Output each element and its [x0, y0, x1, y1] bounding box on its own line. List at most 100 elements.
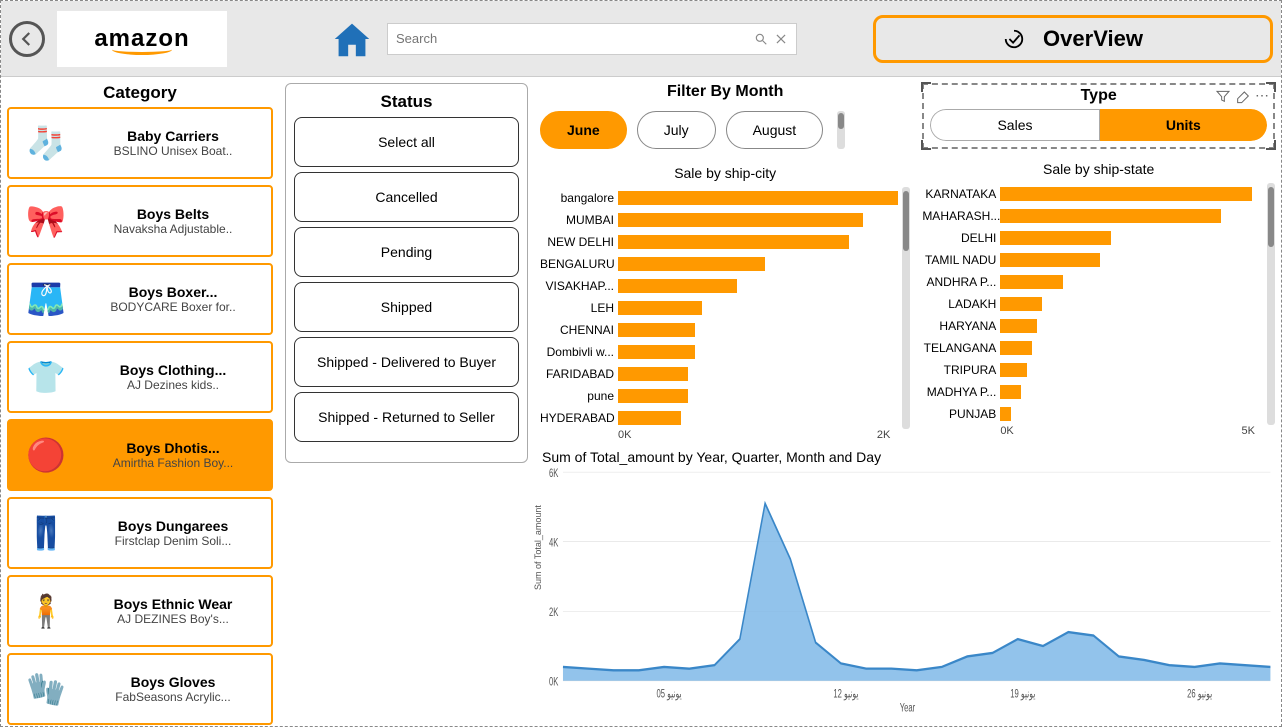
axis-tick: 5K [1242, 425, 1255, 437]
amazon-logo: amazon [57, 11, 227, 67]
eraser-icon[interactable] [1235, 88, 1251, 104]
svg-text:2K: 2K [549, 606, 559, 619]
home-icon[interactable] [329, 16, 375, 62]
bar-row: DELHI [922, 227, 1263, 249]
city-chart-title: Sale by ship-city [540, 165, 910, 181]
city-chart: Sale by ship-city bangaloreMUMBAINEW DEL… [540, 165, 910, 441]
category-thumb: 👖 [9, 499, 83, 567]
bar-row: HARYANA [922, 315, 1263, 337]
month-filter-title: Filter By Month [540, 83, 910, 101]
category-item[interactable]: 🩳 Boys Boxer...BODYCARE Boxer for.. [7, 263, 273, 335]
state-chart-scrollbar[interactable] [1267, 183, 1275, 425]
type-toggle: Sales Units [930, 109, 1267, 141]
category-thumb: 🔴 [9, 421, 83, 489]
status-option[interactable]: Shipped [294, 282, 519, 332]
bar-row: MAHARASH... [922, 205, 1263, 227]
state-chart-title: Sale by ship-state [922, 161, 1275, 177]
bar-row: CHENNAI [540, 319, 898, 341]
search-box [387, 23, 797, 55]
search-icon[interactable] [754, 32, 768, 46]
bar-row: bangalore [540, 187, 898, 209]
bar-row: TELANGANA [922, 337, 1263, 359]
overview-label: OverView [1043, 26, 1143, 52]
category-text: Boys Clothing...AJ Dezines kids.. [83, 362, 271, 392]
category-text: Baby CarriersBSLINO Unisex Boat.. [83, 128, 271, 158]
category-text: Boys Boxer...BODYCARE Boxer for.. [83, 284, 271, 314]
svg-text:6K: 6K [549, 467, 559, 480]
svg-text:4K: 4K [549, 537, 559, 550]
bar-row: NEW DELHI [540, 231, 898, 253]
svg-text:26 يونيو: 26 يونيو [1187, 688, 1212, 701]
status-title: Status [294, 92, 519, 112]
category-item[interactable]: 🎀 Boys BeltsNavaksha Adjustable.. [7, 185, 273, 257]
svg-text:19 يونيو: 19 يونيو [1010, 688, 1035, 701]
status-panel: Status Select allCancelledPendingShipped… [285, 83, 528, 463]
bar-row: LEH [540, 297, 898, 319]
bar-row: PUNJAB [922, 403, 1263, 425]
right-area: Filter By Month June July August Sale by s… [534, 77, 1281, 726]
status-column: Status Select allCancelledPendingShipped… [279, 77, 534, 726]
area-chart: Sum of Total_amount by Year, Quarter, Mo… [540, 449, 1275, 720]
header: amazon OverView [1, 1, 1281, 77]
axis-tick: 2K [877, 429, 890, 441]
bar-row: TRIPURA [922, 359, 1263, 381]
status-option[interactable]: Shipped - Returned to Seller [294, 392, 519, 442]
bar-row: LADAKH [922, 293, 1263, 315]
month-pill[interactable]: July [637, 111, 716, 149]
category-item[interactable]: 👖 Boys DungareesFirstclap Denim Soli... [7, 497, 273, 569]
category-item[interactable]: 🧤 Boys GlovesFabSeasons Acrylic... [7, 653, 273, 725]
status-option[interactable]: Select all [294, 117, 519, 167]
axis-tick: 0K [1000, 425, 1013, 437]
search-input[interactable] [396, 31, 754, 46]
category-thumb: 🧦 [9, 109, 83, 177]
toggle-units[interactable]: Units [1100, 109, 1267, 141]
type-filter-box: Type ⋯ Sales Units [922, 83, 1275, 149]
status-option[interactable]: Cancelled [294, 172, 519, 222]
area-chart-title: Sum of Total_amount by Year, Quarter, Mo… [540, 449, 1275, 465]
month-pill[interactable]: June [540, 111, 627, 149]
filter-icon[interactable] [1215, 88, 1231, 104]
category-title: Category [7, 83, 273, 103]
category-thumb: 🧍 [9, 577, 83, 645]
check-circle-icon [1003, 28, 1025, 50]
category-item[interactable]: 🔴 Boys Dhotis...Amirtha Fashion Boy... [7, 419, 273, 491]
category-item[interactable]: 🧦 Baby CarriersBSLINO Unisex Boat.. [7, 107, 273, 179]
bar-row: Dombivli w... [540, 341, 898, 363]
clear-icon[interactable] [774, 32, 788, 46]
toggle-sales[interactable]: Sales [930, 109, 1099, 141]
bar-row: TAMIL NADU [922, 249, 1263, 271]
status-option[interactable]: Pending [294, 227, 519, 277]
overview-button[interactable]: OverView [873, 15, 1273, 63]
category-text: Boys GlovesFabSeasons Acrylic... [83, 674, 271, 704]
category-item[interactable]: 👕 Boys Clothing...AJ Dezines kids.. [7, 341, 273, 413]
svg-text:05 يونيو: 05 يونيو [657, 688, 682, 701]
bar-row: MADHYA P... [922, 381, 1263, 403]
back-button[interactable] [9, 21, 45, 57]
more-icon[interactable]: ⋯ [1255, 87, 1271, 104]
category-thumb: 🧤 [9, 655, 83, 723]
bar-row: KARNATAKA [922, 183, 1263, 205]
city-chart-scrollbar[interactable] [902, 187, 910, 429]
category-thumb: 👕 [9, 343, 83, 411]
category-thumb: 🎀 [9, 187, 83, 255]
category-text: Boys Dhotis...Amirtha Fashion Boy... [83, 440, 271, 470]
bar-row: VISAKHAP... [540, 275, 898, 297]
category-text: Boys DungareesFirstclap Denim Soli... [83, 518, 271, 548]
category-text: Boys BeltsNavaksha Adjustable.. [83, 206, 271, 236]
arrow-left-icon [18, 30, 36, 48]
status-option[interactable]: Shipped - Delivered to Buyer [294, 337, 519, 387]
bar-row: BENGALURU [540, 253, 898, 275]
axis-tick: 0K [618, 429, 631, 441]
y-axis-label: Sum of Total_amount [533, 505, 543, 590]
month-scrollbar[interactable] [837, 111, 845, 149]
category-item[interactable]: 🧍 Boys Ethnic WearAJ DEZINES Boy's... [7, 575, 273, 647]
bar-row: pune [540, 385, 898, 407]
month-pill[interactable]: August [726, 111, 824, 149]
main: Category 🧦 Baby CarriersBSLINO Unisex Bo… [1, 77, 1281, 726]
svg-text:12 يونيو: 12 يونيو [833, 688, 858, 701]
category-panel: Category 🧦 Baby CarriersBSLINO Unisex Bo… [1, 77, 279, 726]
svg-text:0K: 0K [549, 676, 559, 689]
bar-row: ANDHRA P... [922, 271, 1263, 293]
month-pills: June July August [540, 107, 910, 153]
type-title: Type [1081, 87, 1117, 105]
